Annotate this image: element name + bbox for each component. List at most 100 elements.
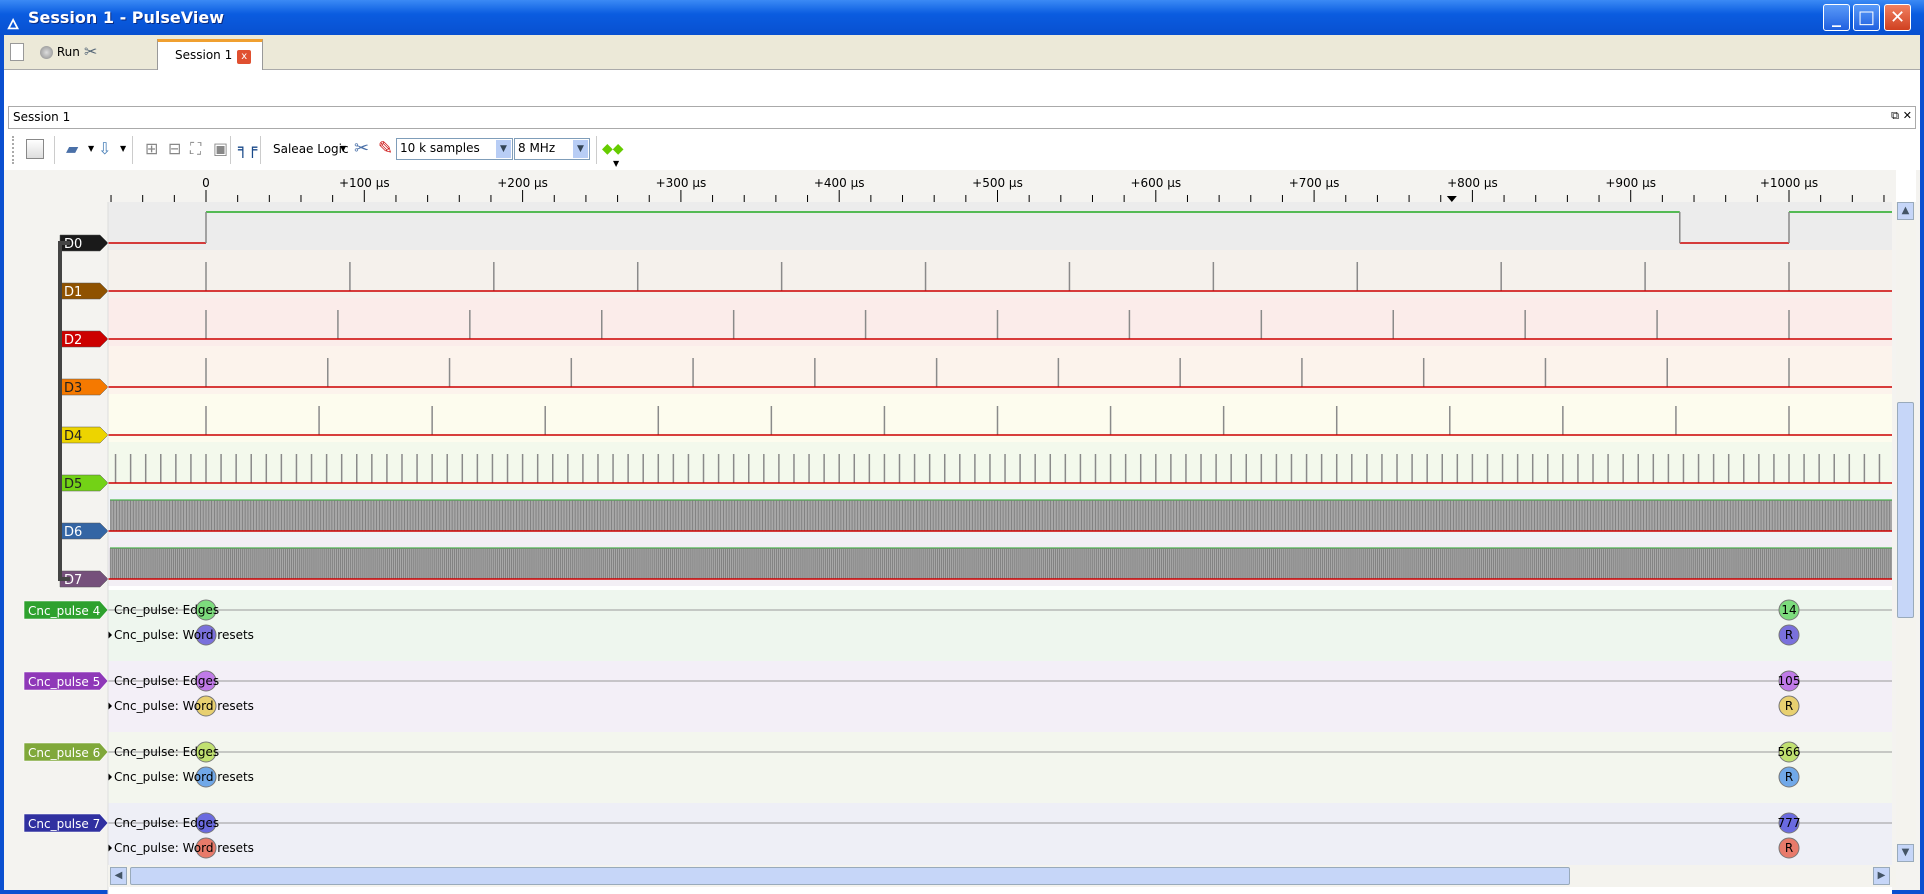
main-window: Run ✂ Session 1 x Session 1 ⧉ ✕ ▰ ▼ ⇩ ▼ ⊞… (4, 35, 1920, 894)
session-panel: Session 1 ⧉ ✕ ▰ ▼ ⇩ ▼ ⊞ ⊟ ⛶ ▣ ╕╒ Saleae … (4, 70, 1920, 894)
toolbar: ▰ ▼ ⇩ ▼ ⊞ ⊟ ⛶ ▣ ╕╒ Saleae Logic ▼ ✂ ✎ 10… (8, 130, 1916, 169)
decoder-row-bg (108, 803, 1892, 873)
chevron-down-icon: ▼ (573, 140, 588, 158)
zoom-in-icon[interactable]: ⊞ (145, 139, 158, 159)
toolbar-grip[interactable] (12, 136, 15, 164)
scroll-up-icon[interactable]: ▲ (1897, 202, 1914, 220)
tick-label: +900 µs (1605, 176, 1656, 190)
session-title: Session 1 (13, 110, 71, 124)
probe-config-icon[interactable]: ✎ (378, 139, 393, 159)
decoder-row-bg (108, 590, 1892, 661)
vertical-scroll-thumb[interactable] (1897, 402, 1914, 618)
separator (230, 136, 231, 164)
samplerate-value: 8 MHz (518, 141, 556, 155)
open-icon[interactable]: ▰ (66, 139, 78, 159)
channel-name: D4 (64, 429, 82, 444)
separator (132, 136, 133, 164)
decoder-label[interactable]: Cnc_pulse 7 (23, 813, 109, 833)
maximize-button[interactable]: □ (1853, 4, 1880, 31)
device-selector[interactable]: Saleae Logic (273, 142, 363, 156)
minimize-button[interactable]: _ (1823, 4, 1850, 31)
channel-label-D5[interactable]: D5 (59, 474, 109, 492)
edge-count: 14 (1781, 603, 1796, 617)
open-dropdown-icon[interactable]: ▼ (88, 139, 94, 159)
decoder-label[interactable]: Cnc_pulse 6 (23, 742, 109, 762)
session-close-icon[interactable]: ✕ (1903, 109, 1912, 122)
tab-session-1[interactable]: Session 1 x (157, 39, 263, 70)
horizontal-scroll-thumb[interactable] (130, 867, 1570, 885)
reset-marker: R (1785, 628, 1793, 642)
edge-count: 105 (1778, 674, 1801, 688)
run-button[interactable]: Run (40, 40, 80, 64)
decoder-label[interactable]: Cnc_pulse 5 (23, 671, 109, 691)
zoom-out-icon[interactable]: ⊟ (168, 139, 181, 159)
app-icon: 🜂 (7, 17, 20, 33)
edge-count: 777 (1778, 816, 1801, 830)
cursor-icon[interactable]: ╕╒ (238, 139, 257, 159)
channel-name: D1 (64, 285, 82, 300)
edges-row-label: Cnc_pulse: Edges (114, 674, 219, 688)
sample-count-select[interactable]: 10 k samples ▼ (396, 138, 513, 160)
ruler-corner (1896, 170, 1916, 202)
time-ruler[interactable]: 0 +100 µs +200 µs +300 µs +400 µs +500 µs +600… (108, 170, 1896, 202)
reset-marker: R (1785, 770, 1793, 784)
trace-view: 0 +100 µs +200 µs +300 µs +400 µs +500 µs +600… (4, 170, 1920, 894)
new-session-icon[interactable] (10, 43, 24, 61)
scroll-left-icon[interactable]: ◀ (110, 867, 127, 885)
tick-label: +500 µs (972, 176, 1023, 190)
reset-marker: R (1785, 699, 1793, 713)
tick-label: +1000 µs (1760, 176, 1818, 190)
channel-label-D2[interactable]: D2 (59, 330, 109, 348)
dense-activity-block (110, 500, 1892, 531)
separator (54, 136, 55, 164)
decoder-row-bg (108, 732, 1892, 803)
zoom-fit-icon[interactable]: ⛶ (190, 139, 201, 159)
decoder-name: Cnc_pulse 4 (28, 604, 100, 618)
channel-name: D6 (64, 525, 82, 540)
channel-name: D5 (64, 477, 82, 492)
decoder-label[interactable]: Cnc_pulse 4 (23, 600, 109, 620)
scroll-right-icon[interactable]: ▶ (1873, 867, 1890, 885)
tab-close-icon[interactable]: x (237, 50, 252, 64)
tab-label: Session 1 (175, 48, 233, 62)
save-icon[interactable]: ⇩ (98, 139, 111, 159)
float-icon[interactable]: ⧉ (1891, 109, 1899, 123)
title-bar: 🜂 Session 1 - PulseView _ □ ✕ (0, 0, 1924, 35)
channel-name: D2 (64, 333, 82, 348)
session-title-bar: Session 1 ⧉ ✕ (8, 106, 1916, 129)
tick-label: +300 µs (656, 176, 707, 190)
zoom-one-to-one-icon[interactable]: ▣ (213, 139, 228, 159)
resets-row-label: Cnc_pulse: Word resets (114, 770, 254, 784)
channel-label-D3[interactable]: D3 (59, 378, 109, 396)
vertical-scrollbar[interactable]: ▲ ▼ (1896, 202, 1916, 864)
settings-tools-icon[interactable]: ✂ (84, 40, 97, 64)
tick-label: +700 µs (1289, 176, 1340, 190)
horizontal-scrollbar[interactable]: ◀ ▶ (108, 865, 1896, 887)
tick-label: +800 µs (1447, 176, 1498, 190)
edges-row-label: Cnc_pulse: Edges (114, 745, 219, 759)
new-view-icon[interactable] (26, 139, 44, 159)
samplerate-select[interactable]: 8 MHz ▼ (514, 138, 590, 160)
reset-marker: R (1785, 841, 1793, 855)
device-config-icon[interactable]: ✂ (354, 139, 369, 159)
channel-label-D1[interactable]: D1 (59, 282, 109, 300)
signal-area[interactable]: D0D1D2D3D4D5D6D7Cnc_pulse 4 14RCnc_pulse:… (4, 202, 1896, 894)
channel-label-D4[interactable]: D4 (59, 426, 109, 444)
decoder-name: Cnc_pulse 6 (28, 746, 100, 760)
separator (260, 136, 261, 164)
save-dropdown-icon[interactable]: ▼ (120, 139, 126, 159)
tick-label: +100 µs (339, 176, 390, 190)
run-label: Run (56, 45, 80, 59)
channel-row-D0 (108, 202, 1892, 250)
resets-row-label: Cnc_pulse: Word resets (114, 628, 254, 642)
edge-count: 566 (1778, 745, 1801, 759)
tick-label: +600 µs (1130, 176, 1181, 190)
chevron-down-icon: ▼ (496, 140, 511, 158)
decoder-row-bg (108, 661, 1892, 732)
resets-row-label: Cnc_pulse: Word resets (114, 841, 254, 855)
separator (596, 136, 597, 164)
channel-label-D6[interactable]: D6 (59, 522, 109, 540)
scroll-down-icon[interactable]: ▼ (1897, 844, 1914, 862)
close-button[interactable]: ✕ (1884, 4, 1911, 31)
device-dropdown-icon[interactable]: ▼ (340, 139, 346, 159)
